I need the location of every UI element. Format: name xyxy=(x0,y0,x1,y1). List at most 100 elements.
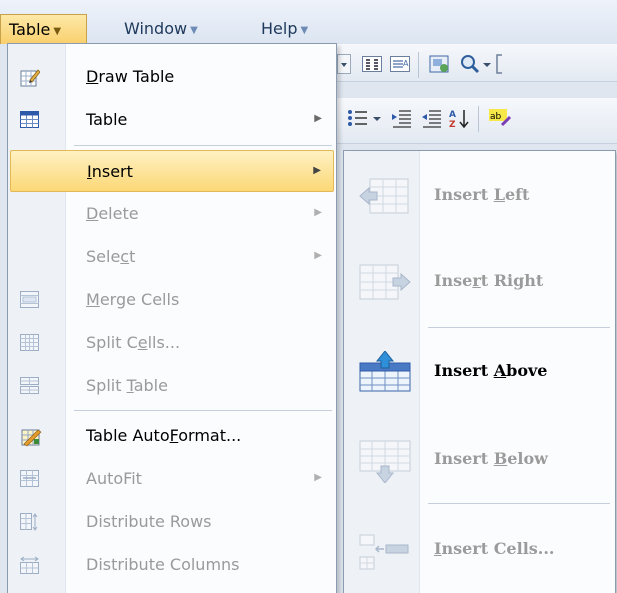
svg-text:A: A xyxy=(403,59,409,68)
submenu-item-label: Insert xyxy=(434,449,494,468)
insert-cells-icon xyxy=(356,529,414,573)
submenu-arrow-icon: ▶ xyxy=(313,165,321,176)
menu-item-label: able xyxy=(133,376,168,395)
submenu-item-label: eft xyxy=(504,185,530,204)
chevron-down-icon: ▼ xyxy=(190,25,198,36)
distribute-columns-icon xyxy=(20,556,40,574)
menu-item-label: Table xyxy=(86,110,128,129)
menu-item-insert-right[interactable]: Insert Right xyxy=(346,241,614,321)
columns-icon[interactable] xyxy=(360,52,384,76)
submenu-item-label: elow xyxy=(507,449,548,468)
mnemonic: T xyxy=(126,376,134,395)
chevron-down-icon: ▼ xyxy=(53,26,62,37)
menu-item-label: Sele xyxy=(86,247,121,266)
text-direction-icon[interactable]: A xyxy=(388,52,412,76)
sort-ascending-icon[interactable]: AZ xyxy=(448,106,472,130)
menu-item-split-cells[interactable]: Split Cells... xyxy=(10,322,334,364)
mnemonic: c xyxy=(120,247,130,266)
bullets-icon[interactable] xyxy=(346,106,370,130)
mnemonic: e xyxy=(137,333,148,352)
menu-item-label: Table Auto xyxy=(86,426,170,445)
submenu-arrow-icon: ▶ xyxy=(314,250,322,261)
insert-submenu: Insert Left Insert Right Insert Above In… xyxy=(343,150,616,593)
svg-text:ab: ab xyxy=(490,112,502,122)
menu-item-label: elete xyxy=(98,204,139,223)
menu-help[interactable]: Help ▼ xyxy=(255,14,314,44)
menu-item-delete[interactable]: Delete ▶ xyxy=(10,193,334,235)
submenu-item-label: Inse xyxy=(434,271,473,290)
zoom-icon[interactable] xyxy=(458,52,482,76)
submenu-item-label: nsert Cells... xyxy=(441,539,555,558)
table-grid-icon xyxy=(20,111,40,129)
formatting-toolbar-top: A xyxy=(330,44,617,82)
mnemonic: L xyxy=(493,185,505,204)
insert-right-icon xyxy=(356,261,414,305)
submenu-arrow-icon: ▶ xyxy=(314,113,322,124)
menu-item-insert-below[interactable]: Insert Below xyxy=(346,419,614,499)
menu-help-label: Help xyxy=(261,19,298,38)
insert-above-icon xyxy=(356,350,414,395)
bracket-icon xyxy=(493,52,505,76)
table-menu: Draw Table Table ▶ Insert ▶ Delete ▶ Sel… xyxy=(7,43,337,593)
submenu-item-label: Insert xyxy=(434,185,494,204)
menu-bar: Table ▼ Window ▼ Help ▼ xyxy=(0,0,617,46)
svg-text:Z: Z xyxy=(449,120,456,129)
decrease-indent-icon[interactable] xyxy=(390,106,414,130)
autofit-icon xyxy=(20,470,40,488)
submenu-separator xyxy=(428,503,610,504)
insert-below-icon xyxy=(356,439,414,484)
menu-window-label: Window xyxy=(124,19,188,38)
chevron-down-icon[interactable] xyxy=(370,106,384,130)
menu-item-distribute-rows[interactable]: Distribute Rows xyxy=(10,501,334,543)
highlight-icon[interactable]: ab xyxy=(488,106,512,130)
mnemonic: D xyxy=(86,204,99,223)
menu-item-label: raw Table xyxy=(98,67,175,86)
menu-item-insert-above[interactable]: Insert Above xyxy=(346,331,614,411)
menu-separator xyxy=(74,145,332,146)
submenu-arrow-icon: ▶ xyxy=(314,472,322,483)
menu-item-label: Distribute Rows xyxy=(86,512,212,531)
insert-left-icon xyxy=(356,175,414,219)
menu-item-select[interactable]: Select ▶ xyxy=(10,236,334,278)
mnemonic: D xyxy=(86,67,99,86)
submenu-separator xyxy=(428,327,610,328)
menu-item-split-table[interactable]: Split Table xyxy=(10,365,334,407)
submenu-item-label: bove xyxy=(506,361,548,380)
menu-item-label: Distribute Columns xyxy=(86,555,240,574)
chevron-down-icon: ▼ xyxy=(300,25,309,36)
menu-item-table[interactable]: Table ▶ xyxy=(10,99,334,141)
submenu-arrow-icon: ▶ xyxy=(314,207,322,218)
menu-item-label: nsert xyxy=(91,162,133,181)
menu-item-insert-left[interactable]: Insert Left xyxy=(346,155,614,235)
menu-item-label: t xyxy=(129,247,136,266)
submenu-item-label: Insert xyxy=(434,361,494,380)
menu-item-table-autoformat[interactable]: Table AutoFormat... xyxy=(10,415,334,457)
menu-window[interactable]: Window ▼ xyxy=(118,14,204,44)
merge-cells-icon xyxy=(20,291,40,309)
mnemonic: B xyxy=(493,449,508,468)
distribute-rows-icon xyxy=(20,513,40,531)
menu-item-label: AutoFit xyxy=(86,469,142,488)
menu-table[interactable]: Table ▼ xyxy=(0,14,87,44)
web-page-icon[interactable] xyxy=(428,52,452,76)
menu-item-label: erge Cells xyxy=(99,290,180,309)
formatting-toolbar-bottom: AZ ab xyxy=(330,98,617,144)
draw-table-icon xyxy=(20,68,41,87)
chevron-down-icon[interactable] xyxy=(480,52,494,76)
menu-item-insert-cells[interactable]: Insert Cells... xyxy=(346,509,614,589)
mnemonic: A xyxy=(493,361,507,380)
svg-text:A: A xyxy=(449,110,456,120)
increase-indent-icon[interactable] xyxy=(420,106,444,130)
menu-item-merge-cells[interactable]: Merge Cells xyxy=(10,279,334,321)
menu-item-distribute-columns[interactable]: Distribute Columns xyxy=(10,544,334,586)
menu-item-label: ormat... xyxy=(178,426,242,445)
menu-separator xyxy=(74,410,332,411)
menu-item-autofit[interactable]: AutoFit ▶ xyxy=(10,458,334,500)
split-cells-icon xyxy=(20,334,40,352)
menu-item-draw-table[interactable]: Draw Table xyxy=(10,56,334,98)
submenu-item-label: t Right xyxy=(480,271,544,290)
menu-item-label: Split C xyxy=(86,333,138,352)
mnemonic: F xyxy=(169,426,179,445)
menu-item-insert[interactable]: Insert ▶ xyxy=(10,150,334,192)
menu-item-label: lls... xyxy=(147,333,181,352)
